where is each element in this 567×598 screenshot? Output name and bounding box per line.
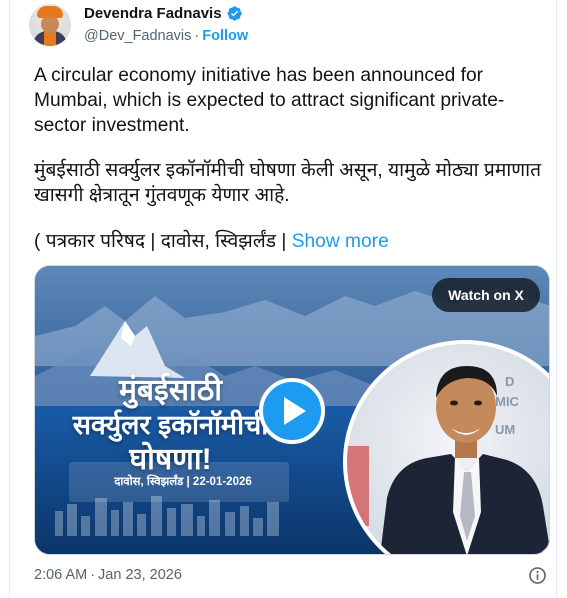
- follow-button[interactable]: Follow: [202, 28, 248, 44]
- author-handle[interactable]: @Dev_Fadnavis: [84, 28, 191, 44]
- tweet-text-meta: ( पत्रकार परिषद | दावोस, स्विझर्लंड | Sh…: [34, 229, 554, 254]
- author-name-row: Devendra Fadnavis: [84, 5, 243, 22]
- tweet-text-english: A circular economy initiative has been a…: [34, 65, 505, 136]
- avatar[interactable]: [29, 4, 71, 46]
- svg-text:UM: UM: [495, 422, 515, 437]
- author-handle-row: @Dev_Fadnavis · Follow: [84, 28, 248, 44]
- tweet-header: Devendra Fadnavis @Dev_Fadnavis · Follow: [29, 4, 549, 50]
- video-headline: मुंबईसाठी सर्क्युलर इकॉनॉमीची घोषणा!: [43, 374, 298, 478]
- tweet-date: Jan 23, 2026: [98, 567, 182, 583]
- info-icon[interactable]: [528, 566, 547, 585]
- author-name[interactable]: Devendra Fadnavis: [84, 5, 222, 22]
- tweet-meta-text: ( पत्रकार परिषद | दावोस, स्विझर्लंड |: [34, 231, 292, 252]
- verified-badge-icon: [227, 6, 242, 21]
- video-subline: दावोस, स्विझर्लंड | 22-01-2026: [114, 476, 252, 488]
- play-icon: [284, 397, 306, 425]
- timestamp-separator: ·: [90, 567, 96, 583]
- headline-line-3: घोषणा!: [129, 443, 212, 476]
- svg-text:D: D: [505, 374, 514, 389]
- tweet-timestamp[interactable]: 2:06 AM · Jan 23, 2026: [34, 567, 182, 583]
- watch-on-x-button[interactable]: Watch on X: [432, 278, 540, 312]
- video-media[interactable]: D OMIC UM मुंबईसाठी सर्क्युलर इकॉनॉमीची …: [34, 265, 550, 555]
- tweet-card: Devendra Fadnavis @Dev_Fadnavis · Follow A…: [9, 0, 557, 598]
- play-button[interactable]: [259, 378, 325, 444]
- show-more-link[interactable]: Show more: [292, 231, 389, 252]
- tweet-text-marathi: मुंबईसाठी सर्क्युलर इकॉनॉमीची घोषणा केली…: [34, 160, 542, 206]
- separator-dot: ·: [194, 28, 200, 44]
- tweet-time: 2:06 AM: [34, 567, 88, 583]
